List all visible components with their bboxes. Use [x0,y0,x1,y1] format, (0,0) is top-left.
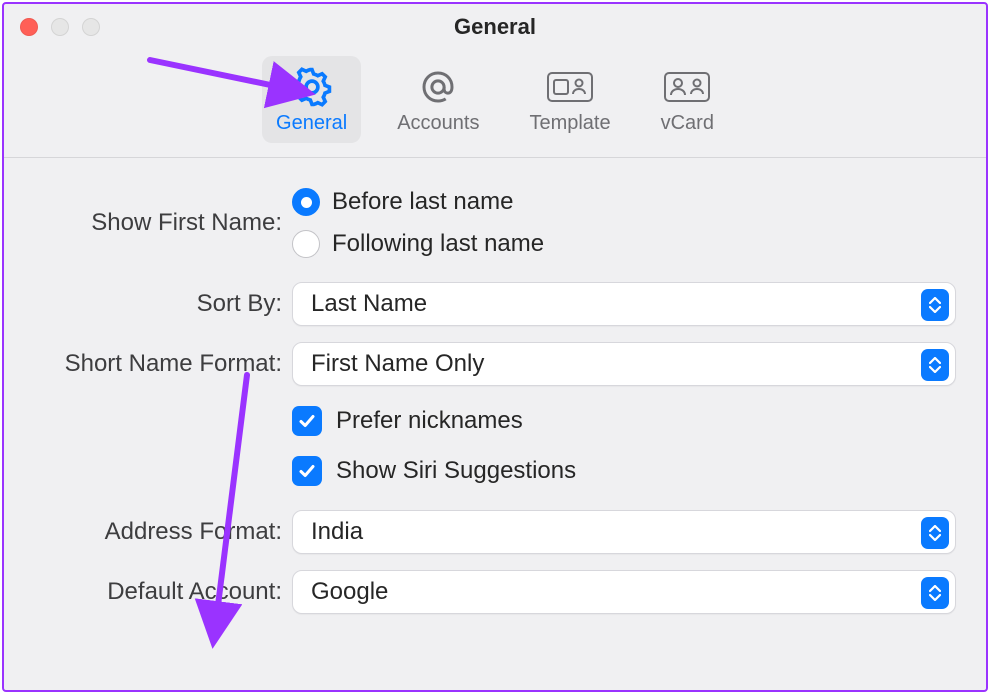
tab-label: vCard [661,112,714,135]
row-sort-by: Sort By: Last Name [34,282,956,326]
minimize-button[interactable] [51,18,69,36]
radio-label: Following last name [332,230,544,258]
chevron-up-down-icon [921,289,949,321]
row-checkboxes: Prefer nicknames Show Siri Suggestions [34,406,956,486]
tab-label: Template [529,112,610,135]
chevron-up-down-icon [921,349,949,381]
general-form: Show First Name: Before last name Follow… [4,158,986,614]
radio-before-last-name[interactable]: Before last name [292,188,956,216]
radio-icon [292,230,320,258]
radio-following-last-name[interactable]: Following last name [292,230,956,258]
chevron-up-down-icon [921,517,949,549]
select-value: Google [311,578,388,606]
close-button[interactable] [20,18,38,36]
window-controls [4,18,100,36]
select-default-account[interactable]: Google [292,570,956,614]
label-show-first-name: Show First Name: [34,209,292,237]
checkbox-label: Prefer nicknames [336,407,523,435]
select-short-name-format[interactable]: First Name Only [292,342,956,386]
tab-label: General [276,112,347,135]
label-sort-by: Sort By: [34,290,292,318]
vcard-icon [662,66,712,108]
tab-accounts[interactable]: Accounts [383,56,493,143]
checkbox-show-siri-suggestions[interactable]: Show Siri Suggestions [292,456,956,486]
checkbox-prefer-nicknames[interactable]: Prefer nicknames [292,406,956,436]
zoom-button[interactable] [82,18,100,36]
tab-template[interactable]: Template [515,56,624,143]
select-value: Last Name [311,290,427,318]
radio-label: Before last name [332,188,513,216]
at-sign-icon [417,66,459,108]
radio-icon [292,188,320,216]
select-address-format[interactable]: India [292,510,956,554]
row-short-name-format: Short Name Format: First Name Only [34,342,956,386]
preferences-window: General General Accounts [2,2,988,692]
checkmark-icon [292,406,322,436]
toolbar: General Accounts Template [4,50,986,158]
select-value: India [311,518,363,546]
tab-vcard[interactable]: vCard [647,56,728,143]
gear-icon [290,66,334,108]
row-default-account: Default Account: Google [34,570,956,614]
row-show-first-name: Show First Name: Before last name Follow… [34,188,956,258]
chevron-up-down-icon [921,577,949,609]
template-icon [545,66,595,108]
tab-general[interactable]: General [262,56,361,143]
label-default-account: Default Account: [34,578,292,606]
titlebar: General [4,4,986,50]
row-address-format: Address Format: India [34,510,956,554]
checkmark-icon [292,456,322,486]
select-value: First Name Only [311,350,484,378]
tab-label: Accounts [397,112,479,135]
label-short-name-format: Short Name Format: [34,350,292,378]
label-address-format: Address Format: [34,518,292,546]
window-title: General [4,14,986,40]
checkbox-label: Show Siri Suggestions [336,457,576,485]
select-sort-by[interactable]: Last Name [292,282,956,326]
